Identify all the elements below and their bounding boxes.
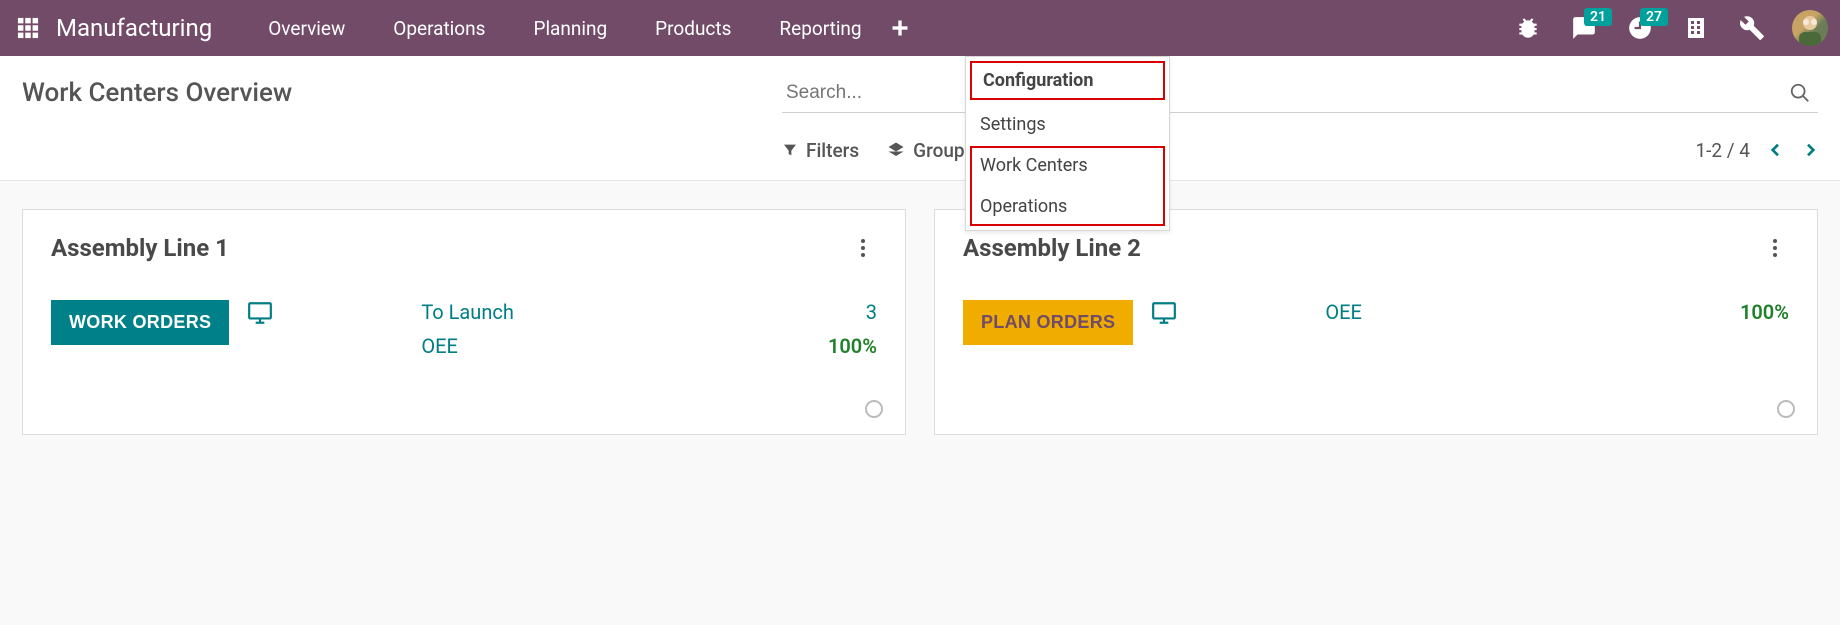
chevron-left-icon (1768, 142, 1784, 158)
filters-dropdown[interactable]: Filters (782, 139, 859, 162)
work-center-card: Assembly Line 1 WORK ORDERS To Launch 3 … (22, 209, 906, 435)
user-avatar[interactable] (1792, 10, 1828, 46)
search-icon (1789, 82, 1811, 104)
card-title[interactable]: Assembly Line 2 (963, 234, 1761, 262)
pager-text[interactable]: 1-2 / 4 (1695, 139, 1750, 162)
control-panel: Work Centers Overview Filters Group By F… (0, 56, 1840, 181)
status-dot[interactable] (1777, 400, 1795, 418)
plan-orders-button[interactable]: PLAN ORDERS (963, 300, 1133, 345)
work-orders-button[interactable]: WORK ORDERS (51, 300, 229, 345)
debug-button[interactable] (1506, 6, 1550, 50)
desktop-icon (247, 300, 273, 326)
activities-button[interactable]: 27 (1618, 6, 1662, 50)
kebab-icon (860, 238, 866, 258)
nav-reporting[interactable]: Reporting (755, 0, 885, 56)
kebab-icon (1772, 238, 1778, 258)
card-stats: OEE 100% (1325, 300, 1789, 324)
search-input[interactable] (786, 82, 1786, 104)
layers-icon (887, 141, 905, 159)
pager: 1-2 / 4 (1695, 139, 1818, 162)
nav-products[interactable]: Products (631, 0, 755, 56)
chevron-right-icon (1802, 142, 1818, 158)
app-title[interactable]: Manufacturing (56, 14, 212, 42)
apps-launcher-button[interactable] (12, 12, 44, 44)
stat-label[interactable]: OEE (421, 334, 828, 358)
card-menu-button[interactable] (1761, 234, 1789, 262)
config-menu-operations[interactable]: Operations (969, 186, 1166, 227)
company-button[interactable] (1674, 6, 1718, 50)
stat-value[interactable]: 3 (828, 300, 877, 324)
filters-label: Filters (806, 139, 859, 162)
activities-badge: 27 (1640, 8, 1668, 26)
tablet-view-button[interactable] (247, 300, 273, 326)
config-menu-header: Configuration (969, 60, 1166, 101)
work-centers-board: Assembly Line 1 WORK ORDERS To Launch 3 … (0, 181, 1840, 463)
pager-prev-button[interactable] (1768, 142, 1784, 158)
card-stats: To Launch 3 OEE 100% (421, 300, 877, 358)
building-icon (1684, 16, 1708, 40)
nav-planning[interactable]: Planning (509, 0, 631, 56)
nav-add-menu-button[interactable] (886, 0, 914, 56)
search-bar[interactable] (782, 73, 1818, 113)
card-menu-button[interactable] (849, 234, 877, 262)
stat-value[interactable]: 100% (828, 334, 877, 358)
messages-badge: 21 (1584, 8, 1612, 26)
tools-button[interactable] (1730, 6, 1774, 50)
desktop-icon (1151, 300, 1177, 326)
wrench-icon (1739, 15, 1765, 41)
messages-button[interactable]: 21 (1562, 6, 1606, 50)
config-menu-settings[interactable]: Settings (966, 104, 1169, 145)
stat-value[interactable]: 100% (1740, 300, 1789, 324)
search-button[interactable] (1786, 79, 1814, 107)
status-dot[interactable] (865, 400, 883, 418)
stat-label[interactable]: OEE (1325, 300, 1740, 324)
config-menu-work-centers[interactable]: Work Centers (969, 145, 1166, 186)
funnel-icon (782, 142, 798, 158)
avatar-icon (1792, 10, 1828, 46)
card-title[interactable]: Assembly Line 1 (51, 234, 849, 262)
nav-overview[interactable]: Overview (244, 0, 369, 56)
top-navbar: Manufacturing Overview Operations Planni… (0, 0, 1840, 56)
pager-next-button[interactable] (1802, 142, 1818, 158)
work-center-card: Assembly Line 2 PLAN ORDERS OEE 100% (934, 209, 1818, 435)
tablet-view-button[interactable] (1151, 300, 1177, 326)
bug-icon (1515, 15, 1541, 41)
configuration-dropdown: Configuration Settings Work Centers Oper… (965, 56, 1170, 231)
stat-label[interactable]: To Launch (421, 300, 828, 324)
nav-menu: Overview Operations Planning Products Re… (244, 0, 913, 56)
nav-operations[interactable]: Operations (369, 0, 509, 56)
page-title: Work Centers Overview (22, 78, 782, 108)
